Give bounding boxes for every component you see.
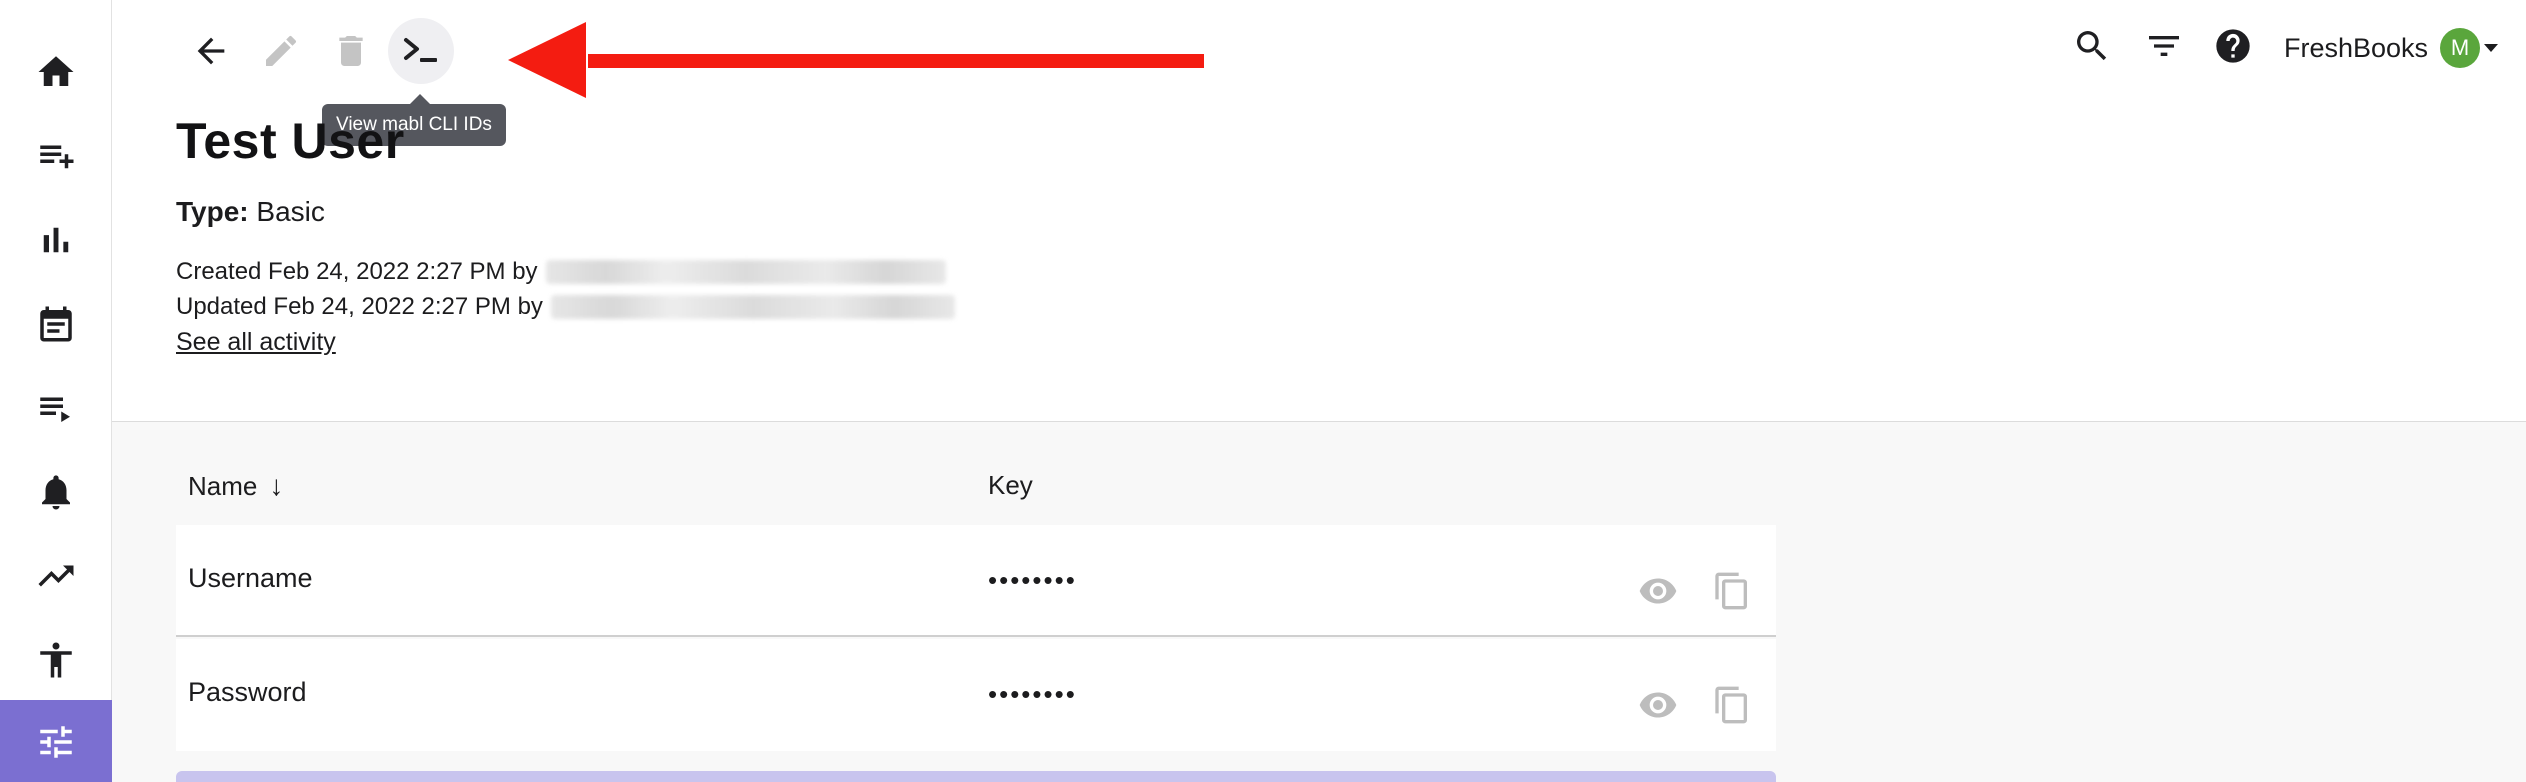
- tooltip-pointer: [410, 94, 430, 104]
- field-key-masked: ••••••••: [988, 565, 1077, 595]
- arrow-left-icon: [197, 37, 225, 65]
- eye-icon: [1639, 578, 1677, 604]
- accessibility-icon: [40, 642, 72, 678]
- side-nav: [0, 0, 112, 782]
- nav-plans[interactable]: [0, 282, 112, 366]
- reveal-button[interactable]: [1636, 683, 1680, 727]
- copy-button[interactable]: [1710, 683, 1754, 727]
- bell-icon: [42, 475, 70, 510]
- eye-icon: [1639, 692, 1677, 718]
- help-button[interactable]: [2211, 24, 2255, 68]
- sort-down-icon: ↓: [269, 470, 284, 501]
- filter-icon: [2149, 36, 2179, 56]
- field-key-masked: ••••••••: [988, 679, 1077, 709]
- type-label: Type:: [176, 196, 249, 227]
- copy-button[interactable]: [1710, 569, 1754, 613]
- column-name-label: Name: [188, 470, 258, 501]
- column-header-name[interactable]: Name ↓: [188, 470, 283, 502]
- updated-text: Updated Feb 24, 2022 2:27 PM by: [176, 293, 543, 320]
- trash-icon: [339, 36, 363, 66]
- filter-button[interactable]: [2142, 24, 2186, 68]
- created-text: Created Feb 24, 2022 2:27 PM by: [176, 258, 538, 285]
- redacted-user: [545, 260, 946, 284]
- playlist-add-icon: [40, 145, 74, 169]
- view-cli-ids-button[interactable]: [388, 18, 454, 84]
- help-icon: [2216, 29, 2250, 63]
- nav-home[interactable]: [0, 30, 112, 114]
- terminal-icon: [404, 38, 437, 62]
- page-title: Test User: [176, 113, 405, 169]
- see-all-activity-link[interactable]: See all activity: [176, 328, 336, 357]
- annotation-arrow: [508, 22, 1204, 98]
- nav-notifications[interactable]: [0, 450, 112, 534]
- pencil-icon: [266, 35, 297, 66]
- nav-tests[interactable]: [0, 366, 112, 450]
- nav-results[interactable]: [0, 198, 112, 282]
- credential-type: Type: Basic: [176, 196, 325, 228]
- edit-button[interactable]: [248, 18, 314, 84]
- chevron-down-icon: [2484, 44, 2499, 52]
- nav-create[interactable]: [0, 114, 112, 198]
- back-button[interactable]: [178, 18, 244, 84]
- add-field-bar[interactable]: [176, 771, 1776, 782]
- reveal-button[interactable]: [1636, 569, 1680, 613]
- type-value: Basic: [256, 196, 325, 227]
- nav-accessibility[interactable]: [0, 618, 112, 702]
- redacted-user: [550, 295, 955, 319]
- home-icon: [38, 56, 74, 86]
- table-row: Password ••••••••: [176, 639, 1776, 751]
- avatar: M: [2440, 28, 2481, 68]
- column-header-key: Key: [988, 470, 1033, 501]
- field-name: Username: [188, 563, 313, 593]
- bar-chart-icon: [43, 227, 69, 253]
- created-info: Created Feb 24, 2022 2:27 PM by: [176, 258, 946, 286]
- nav-insights[interactable]: [0, 534, 112, 618]
- workspace-name: FreshBooks: [2284, 32, 2429, 63]
- trending-up-icon: [38, 565, 74, 587]
- calendar-icon: [40, 306, 72, 342]
- delete-button[interactable]: [318, 18, 384, 84]
- account-menu[interactable]: FreshBooks M: [2284, 26, 2499, 70]
- table-row: Username ••••••••: [176, 525, 1776, 637]
- copy-icon: [1715, 572, 1747, 610]
- playlist-play-icon: [40, 397, 70, 422]
- copy-icon: [1715, 686, 1747, 724]
- field-name: Password: [188, 677, 307, 707]
- column-key-label: Key: [988, 470, 1033, 500]
- search-button[interactable]: [2070, 24, 2114, 68]
- sliders-icon: [40, 726, 72, 758]
- updated-info: Updated Feb 24, 2022 2:27 PM by: [176, 293, 955, 321]
- search-icon: [2077, 31, 2107, 61]
- nav-configuration[interactable]: [0, 700, 112, 782]
